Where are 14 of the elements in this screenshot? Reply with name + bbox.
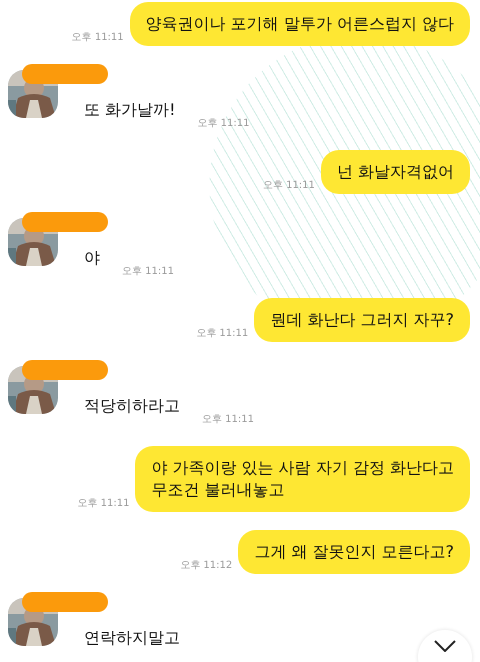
message-time: 오후 11:11 xyxy=(196,327,248,340)
message-time: 오후 11:11 xyxy=(122,265,174,278)
message-time: 오후 11:11 xyxy=(198,117,250,130)
message-bubble: 양육권이나 포기해 말투가 어른스럽지 않다 xyxy=(130,2,470,46)
message-bubble: 야 가족이랑 있는 사람 자기 감정 화난다고 무조건 불러내놓고 xyxy=(135,446,470,512)
message-time: 오후 11:11 xyxy=(262,179,315,192)
message-bubble: 뭔데 화난다 그러지 자꾸? xyxy=(254,298,470,342)
message-bubble: 넌 화날자격없어 xyxy=(320,150,470,194)
message-bubble: 그게 왜 잘못인지 모른다고? xyxy=(238,530,470,574)
message-time: 오후 11:12 xyxy=(180,559,232,572)
chevron-down-icon xyxy=(434,640,456,652)
message-time: 오후 11:11 xyxy=(72,31,124,44)
message-time: 오후 11:11 xyxy=(77,497,130,510)
message-time: 오후 11:11 xyxy=(202,413,254,426)
